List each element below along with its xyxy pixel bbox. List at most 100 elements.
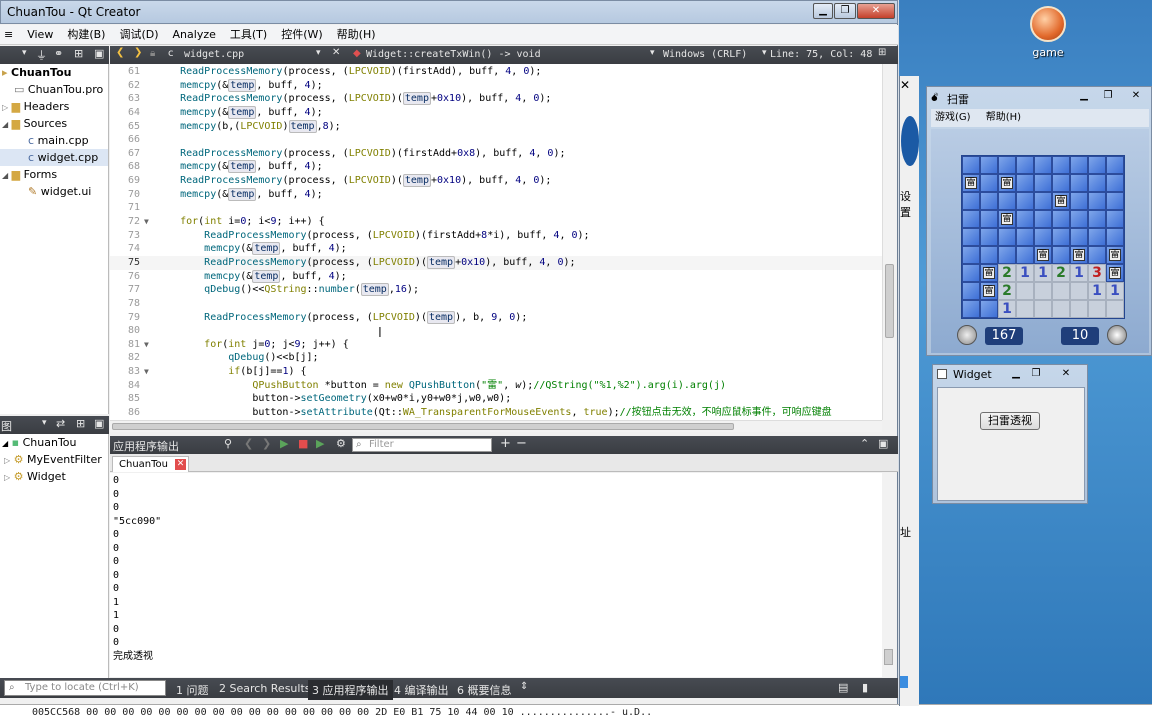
sync-icon[interactable]: ⇄: [56, 417, 65, 430]
mine-hidden-cell[interactable]: [1016, 246, 1034, 264]
next-icon[interactable]: ❯: [262, 437, 271, 450]
mine-hidden-cell[interactable]: [1088, 228, 1106, 246]
tree-item-sources[interactable]: ◢ ▆ Sources: [0, 115, 108, 132]
tree-item-main-cpp[interactable]: c main.cpp: [0, 132, 108, 149]
desktop-icon-game[interactable]: game: [1020, 6, 1076, 62]
mine-hidden-cell[interactable]: [1034, 156, 1052, 174]
mine-hidden-cell[interactable]: [1052, 228, 1070, 246]
mine-hidden-cell[interactable]: [1034, 228, 1052, 246]
mine-hidden-cell[interactable]: [1106, 192, 1124, 210]
mine-hidden-cell[interactable]: [1052, 246, 1070, 264]
rerun-icon[interactable]: ▶: [316, 437, 324, 450]
mine-open-cell[interactable]: [1016, 300, 1034, 318]
mine-hidden-cell[interactable]: [1106, 174, 1124, 192]
mine-hidden-cell[interactable]: [1016, 156, 1034, 174]
mine-number-cell[interactable]: 2: [998, 264, 1016, 282]
class-tree-root[interactable]: ◢ ▪ ChuanTou: [0, 434, 108, 451]
mine-hidden-cell[interactable]: [1052, 210, 1070, 228]
mine-hidden-cell[interactable]: [1106, 210, 1124, 228]
fold-marker-icon[interactable]: ▼: [144, 215, 156, 229]
menu-build[interactable]: 构建(B): [67, 25, 105, 44]
mine-hidden-cell[interactable]: [1016, 192, 1034, 210]
progress-icon[interactable]: ▤: [838, 681, 848, 694]
function-dropdown-icon[interactable]: ▾: [650, 48, 655, 58]
mine-flag-button[interactable]: 雷: [980, 264, 998, 282]
mine-hidden-cell[interactable]: [980, 228, 998, 246]
line-ending-combo[interactable]: Windows (CRLF): [663, 49, 747, 60]
mine-open-cell[interactable]: [1070, 282, 1088, 300]
mine-hidden-cell[interactable]: [998, 246, 1016, 264]
mine-number-cell[interactable]: 2: [1052, 264, 1070, 282]
editor-hscrollbar[interactable]: [110, 420, 882, 432]
attach-icon[interactable]: ⚲: [224, 437, 232, 450]
minimize-button[interactable]: ▁: [1007, 367, 1025, 383]
more-tabs-icon[interactable]: ⇕: [520, 681, 528, 692]
split-icon[interactable]: ⊞: [76, 417, 85, 430]
tree-item-pro-file[interactable]: ▭ ChuanTou.pro: [0, 81, 108, 98]
status-tab-compile[interactable]: 4 编译输出: [394, 682, 449, 698]
prev-icon[interactable]: ❮: [244, 437, 253, 450]
function-combo[interactable]: Widget::createTxWin() -> void: [366, 49, 541, 60]
mine-number-cell[interactable]: 1: [1088, 282, 1106, 300]
menu-help[interactable]: 帮助(H): [986, 112, 1021, 123]
forward-arrow-icon[interactable]: ❯: [134, 47, 142, 58]
remove-icon[interactable]: −: [516, 436, 527, 451]
mine-hidden-cell[interactable]: [980, 192, 998, 210]
tree-item-widget-cpp[interactable]: c widget.cpp: [0, 149, 108, 166]
maximize-pane-icon[interactable]: ⌃: [860, 437, 869, 450]
locator-input[interactable]: ⌕ Type to locate (Ctrl+K): [4, 680, 166, 696]
file-tab[interactable]: widget.cpp: [184, 49, 244, 60]
mine-hidden-cell[interactable]: [980, 210, 998, 228]
close-button[interactable]: ✕: [1125, 89, 1147, 105]
maximize-button[interactable]: ❐: [1027, 367, 1045, 383]
stop-icon[interactable]: ■: [298, 437, 308, 450]
tree-item-project[interactable]: ▸ ChuanTou: [0, 64, 108, 81]
mine-flag-button[interactable]: 雷: [1034, 246, 1052, 264]
fold-marker-icon[interactable]: ▼: [144, 338, 156, 352]
mine-flag-button[interactable]: 雷: [1070, 246, 1088, 264]
close-file-icon[interactable]: ✕: [332, 47, 340, 58]
mine-number-cell[interactable]: 1: [1034, 264, 1052, 282]
run-icon[interactable]: ▶: [280, 437, 288, 450]
mine-hidden-cell[interactable]: [962, 156, 980, 174]
editor-vscrollbar[interactable]: [882, 64, 896, 420]
menu-debug[interactable]: 调试(D): [119, 25, 158, 44]
status-tab-search[interactable]: 2 Search Results: [219, 682, 311, 695]
mine-hidden-cell[interactable]: [1070, 192, 1088, 210]
mine-number-cell[interactable]: 2: [998, 282, 1016, 300]
settings-icon[interactable]: ⚙: [336, 437, 346, 450]
mine-hidden-cell[interactable]: [980, 300, 998, 318]
filter-icon[interactable]: ⏚: [36, 47, 47, 63]
mine-hidden-cell[interactable]: [1016, 174, 1034, 192]
menu-game[interactable]: 游戏(G): [935, 112, 971, 123]
line-ending-dropdown-icon[interactable]: ▾: [762, 48, 767, 58]
mine-flag-button[interactable]: 雷: [998, 174, 1016, 192]
menu-help[interactable]: 帮助(H): [337, 25, 376, 44]
close-pane-icon[interactable]: ▣: [878, 437, 888, 450]
mine-number-cell[interactable]: 1: [1016, 264, 1034, 282]
minimize-button[interactable]: ▁: [813, 3, 833, 19]
mine-hidden-cell[interactable]: [1034, 210, 1052, 228]
menu-widgets[interactable]: 控件(W): [281, 25, 322, 44]
add-icon[interactable]: +: [500, 436, 511, 451]
minimize-button[interactable]: ▁: [1073, 89, 1095, 105]
mine-hidden-cell[interactable]: [1088, 192, 1106, 210]
mine-flag-button[interactable]: 雷: [1106, 264, 1124, 282]
status-tab-issues[interactable]: 1 问题: [176, 682, 209, 698]
mine-flag-button[interactable]: 雷: [1106, 246, 1124, 264]
mine-hidden-cell[interactable]: [998, 192, 1016, 210]
mine-hidden-cell[interactable]: [1016, 228, 1034, 246]
mine-hidden-cell[interactable]: [1106, 228, 1124, 246]
mine-number-cell[interactable]: 3: [1088, 264, 1106, 282]
scroll-thumb[interactable]: [885, 264, 894, 338]
mine-hidden-cell[interactable]: [980, 156, 998, 174]
file-dropdown-icon[interactable]: ▾: [316, 48, 321, 58]
close-tab-icon[interactable]: ✕: [175, 459, 186, 470]
split-editor-icon[interactable]: ⊞: [878, 47, 886, 58]
link-icon[interactable]: ⚭: [54, 47, 63, 60]
output-tab[interactable]: ChuanTou ✕: [112, 456, 189, 472]
mine-hidden-cell[interactable]: [1088, 210, 1106, 228]
mine-open-cell[interactable]: [1052, 300, 1070, 318]
mine-hidden-cell[interactable]: [980, 246, 998, 264]
mine-flag-button[interactable]: 雷: [980, 282, 998, 300]
